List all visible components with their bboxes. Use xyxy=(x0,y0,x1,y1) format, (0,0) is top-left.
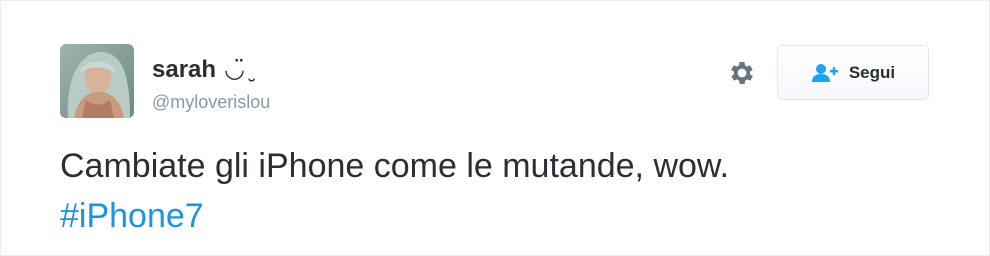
user-handle[interactable]: @myloverislou xyxy=(152,89,270,115)
tweet-card: sarah ◡̈ ̮ @myloverislou Segui Cambiate g… xyxy=(0,0,990,256)
tweet-text: Cambiate gli iPhone come le mutande, wow… xyxy=(60,141,960,241)
hashtag-link[interactable]: #iPhone7 xyxy=(60,191,960,241)
tweet-body: Cambiate gli iPhone come le mutande, wow… xyxy=(60,147,730,185)
follow-button-label: Segui xyxy=(848,62,896,82)
user-plus-icon xyxy=(811,63,839,83)
avatar-photo xyxy=(60,44,134,118)
gear-icon[interactable] xyxy=(727,58,757,88)
user-name-text: sarah xyxy=(152,56,217,83)
user-name[interactable]: sarah ◡̈ ̮ xyxy=(152,53,252,87)
gear-icon-glyph xyxy=(731,62,753,84)
avatar[interactable] xyxy=(60,44,134,118)
name-emoticon: ◡̈ ̮ xyxy=(224,56,252,83)
follow-button[interactable]: Segui xyxy=(777,45,929,100)
